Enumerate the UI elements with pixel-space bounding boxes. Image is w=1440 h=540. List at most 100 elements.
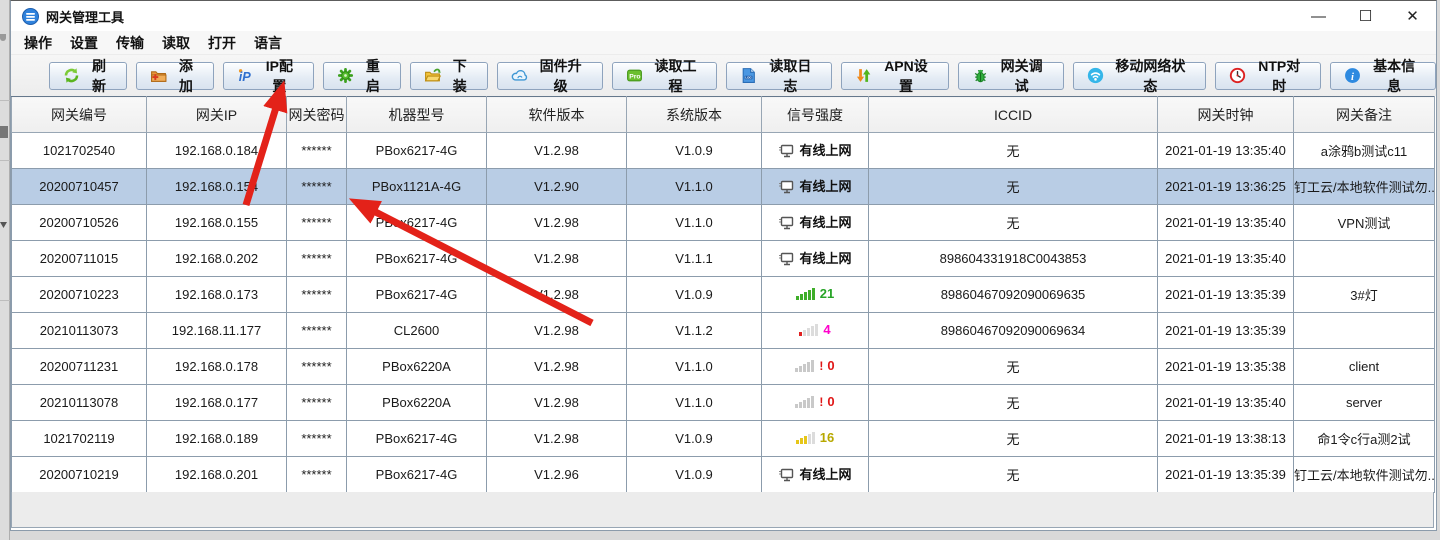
signal-strength-cell: 有线上网	[762, 241, 869, 277]
restart-gear-icon	[337, 67, 354, 84]
iccid-cell: 无	[869, 349, 1158, 385]
machine-model-cell: PBox6220A	[347, 385, 487, 421]
system-version-cell: V1.0.9	[627, 133, 762, 169]
gateway-note-cell: 命1令c行a测2试	[1294, 421, 1435, 457]
table-row[interactable]: 1021702540192.168.0.184******PBox6217-4G…	[12, 133, 1435, 169]
gateway-clock-cell: 2021-01-19 13:35:40	[1158, 133, 1294, 169]
col-header-iccid[interactable]: ICCID	[869, 97, 1158, 133]
machine-model-cell: PBox6217-4G	[347, 241, 487, 277]
app-icon	[22, 8, 39, 25]
table-header-row: 网关编号 网关IP 网关密码 机器型号 软件版本 系统版本 信号强度 ICCID…	[12, 97, 1435, 133]
info-icon: i	[1344, 67, 1361, 84]
gateway-clock-cell: 2021-01-19 13:35:38	[1158, 349, 1294, 385]
ip-config-button[interactable]: iP IP配置	[223, 62, 314, 90]
gateway-password-cell: ******	[287, 457, 347, 493]
gateway-note-cell: 钉工云/本地软件测试勿...	[1294, 169, 1435, 205]
menu-item-open[interactable]: 打开	[199, 33, 245, 53]
menu-item-transfer[interactable]: 传输	[107, 33, 153, 53]
apn-settings-button[interactable]: APN设置	[841, 62, 948, 90]
add-folder-icon	[150, 67, 167, 84]
col-header-gateway-id[interactable]: 网关编号	[12, 97, 147, 133]
table-empty-area	[11, 492, 1434, 528]
mobile-network-status-button[interactable]: 移动网络状态	[1073, 62, 1207, 90]
basic-info-button[interactable]: i 基本信息	[1330, 62, 1436, 90]
ip-icon: iP	[237, 67, 254, 84]
restart-button[interactable]: 重启	[323, 62, 401, 90]
table-row[interactable]: 20210113078192.168.0.177******PBox6220AV…	[12, 385, 1435, 421]
machine-model-cell: PBox6217-4G	[347, 277, 487, 313]
add-button[interactable]: 添加	[136, 62, 214, 90]
gateway-clock-cell: 2021-01-19 13:35:39	[1158, 313, 1294, 349]
menu-item-operate[interactable]: 操作	[15, 33, 61, 53]
system-version-cell: V1.1.0	[627, 169, 762, 205]
gateway-password-cell: ******	[287, 277, 347, 313]
menu-item-language[interactable]: 语言	[245, 33, 291, 53]
table-row[interactable]: 20200710219192.168.0.201******PBox6217-4…	[12, 457, 1435, 493]
firmware-upgrade-button[interactable]: 固件升级	[497, 62, 603, 90]
col-header-gateway-ip[interactable]: 网关IP	[147, 97, 287, 133]
gateway-password-cell: ******	[287, 349, 347, 385]
download-button[interactable]: 下装	[410, 62, 488, 90]
table-row[interactable]: 20200711231192.168.0.178******PBox6220AV…	[12, 349, 1435, 385]
iccid-cell: 89860467092090069635	[869, 277, 1158, 313]
col-header-signal-strength[interactable]: 信号强度	[762, 97, 869, 133]
gateway-id-cell: 20200711231	[12, 349, 147, 385]
toolbar: 刷新 添加 iP IP配置 重启	[11, 55, 1436, 96]
gateway-password-cell: ******	[287, 313, 347, 349]
machine-model-cell: PBox6217-4G	[347, 457, 487, 493]
col-header-gateway-note[interactable]: 网关备注	[1294, 97, 1435, 133]
col-header-gateway-password[interactable]: 网关密码	[287, 97, 347, 133]
background-window-fragment	[0, 34, 6, 41]
gateway-note-cell	[1294, 241, 1435, 277]
gateway-ip-cell: 192.168.0.201	[147, 457, 287, 493]
read-project-button[interactable]: Pro 读取工程	[612, 62, 718, 90]
gateway-ip-cell: 192.168.0.154	[147, 169, 287, 205]
menu-item-read[interactable]: 读取	[153, 33, 199, 53]
background-window-strip	[0, 0, 10, 540]
wifi-icon	[1087, 67, 1104, 84]
table-row[interactable]: 1021702119192.168.0.189******PBox6217-4G…	[12, 421, 1435, 457]
iccid-cell: 无	[869, 169, 1158, 205]
background-window-fragment	[0, 160, 10, 161]
software-version-cell: V1.2.98	[487, 205, 627, 241]
download-folder-icon	[424, 67, 441, 84]
wired-network-icon	[778, 468, 795, 483]
table-row[interactable]: 20200711015192.168.0.202******PBox6217-4…	[12, 241, 1435, 277]
cloud-icon	[511, 67, 528, 84]
minimize-button[interactable]: —	[1295, 1, 1342, 31]
iccid-cell: 89860467092090069634	[869, 313, 1158, 349]
maximize-button[interactable]: ☐	[1342, 1, 1389, 31]
col-header-system-version[interactable]: 系统版本	[627, 97, 762, 133]
gateway-id-cell: 1021702119	[12, 421, 147, 457]
wired-network-icon	[778, 144, 795, 159]
title-bar: 网关管理工具 — ☐ ✕	[11, 1, 1436, 31]
iccid-cell: 无	[869, 457, 1158, 493]
gateway-clock-cell: 2021-01-19 13:38:13	[1158, 421, 1294, 457]
read-log-button[interactable]: LOG 读取日志	[726, 62, 832, 90]
col-header-software-version[interactable]: 软件版本	[487, 97, 627, 133]
signal-strength-cell: 有线上网	[762, 205, 869, 241]
signal-bars-icon	[796, 431, 816, 445]
gateway-clock-cell: 2021-01-19 13:35:40	[1158, 385, 1294, 421]
bug-icon	[972, 67, 989, 84]
ntp-sync-button[interactable]: NTP对时	[1215, 62, 1321, 90]
table-row[interactable]: 20210113073192.168.11.177******CL2600V1.…	[12, 313, 1435, 349]
col-header-machine-model[interactable]: 机器型号	[347, 97, 487, 133]
gateway-password-cell: ******	[287, 421, 347, 457]
gateway-manager-window: 网关管理工具 — ☐ ✕ 操作 设置 传输 读取 打开 语言 刷新	[10, 0, 1437, 531]
menu-item-settings[interactable]: 设置	[61, 33, 107, 53]
gateway-ip-cell: 192.168.0.189	[147, 421, 287, 457]
close-button[interactable]: ✕	[1389, 1, 1436, 31]
table-row[interactable]: 20200710223192.168.0.173******PBox6217-4…	[12, 277, 1435, 313]
table-row[interactable]: 20200710526192.168.0.155******PBox6217-4…	[12, 205, 1435, 241]
refresh-button[interactable]: 刷新	[49, 62, 127, 90]
system-version-cell: V1.1.1	[627, 241, 762, 277]
gateway-debug-button[interactable]: 网关调试	[958, 62, 1064, 90]
svg-text:i: i	[1351, 72, 1354, 83]
signal-bars-icon	[796, 287, 816, 301]
table-row[interactable]: 20200710457192.168.0.154******PBox1121A-…	[12, 169, 1435, 205]
clock-icon	[1229, 67, 1246, 84]
col-header-gateway-clock[interactable]: 网关时钟	[1158, 97, 1294, 133]
gateway-clock-cell: 2021-01-19 13:36:25	[1158, 169, 1294, 205]
signal-strength-cell: !0	[762, 385, 869, 421]
